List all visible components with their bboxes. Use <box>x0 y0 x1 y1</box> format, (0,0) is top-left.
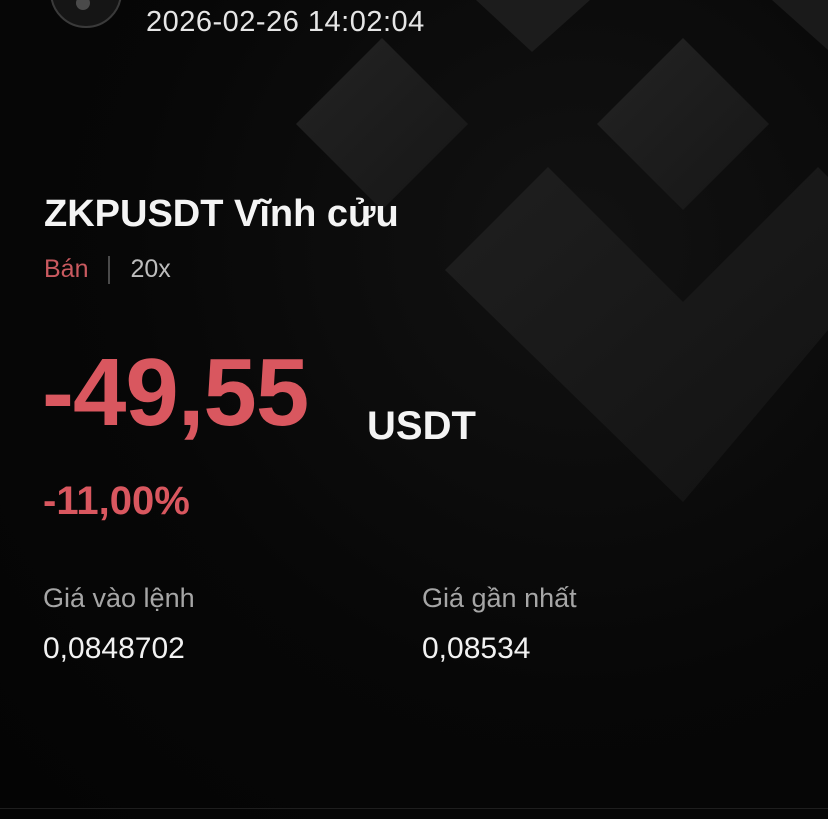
meta-divider <box>108 255 111 284</box>
roi-percent: -11,00% <box>43 479 190 523</box>
last-price-value: 0,08534 <box>422 632 531 665</box>
position-meta: Bán 20x <box>44 255 171 284</box>
last-price-label: Giá gần nhất <box>422 583 577 613</box>
pnl-amount: -49,55 <box>42 339 309 446</box>
entry-price-label: Giá vào lệnh <box>43 583 195 613</box>
entry-price-value: 0,0848702 <box>43 632 185 665</box>
timestamp: 2026-02-26 14:02:04 <box>146 6 425 38</box>
side-label: Bán <box>44 255 89 283</box>
avatar-icon <box>76 0 90 10</box>
leverage-label: 20x <box>130 255 171 283</box>
contract-symbol: ZKPUSDT Vĩnh cửu <box>44 193 399 235</box>
divider <box>0 808 828 809</box>
pnl-share-card: 2026-02-26 14:02:04 ZKPUSDT Vĩnh cửu Bán… <box>0 0 828 819</box>
pnl-unit: USDT <box>367 404 476 448</box>
